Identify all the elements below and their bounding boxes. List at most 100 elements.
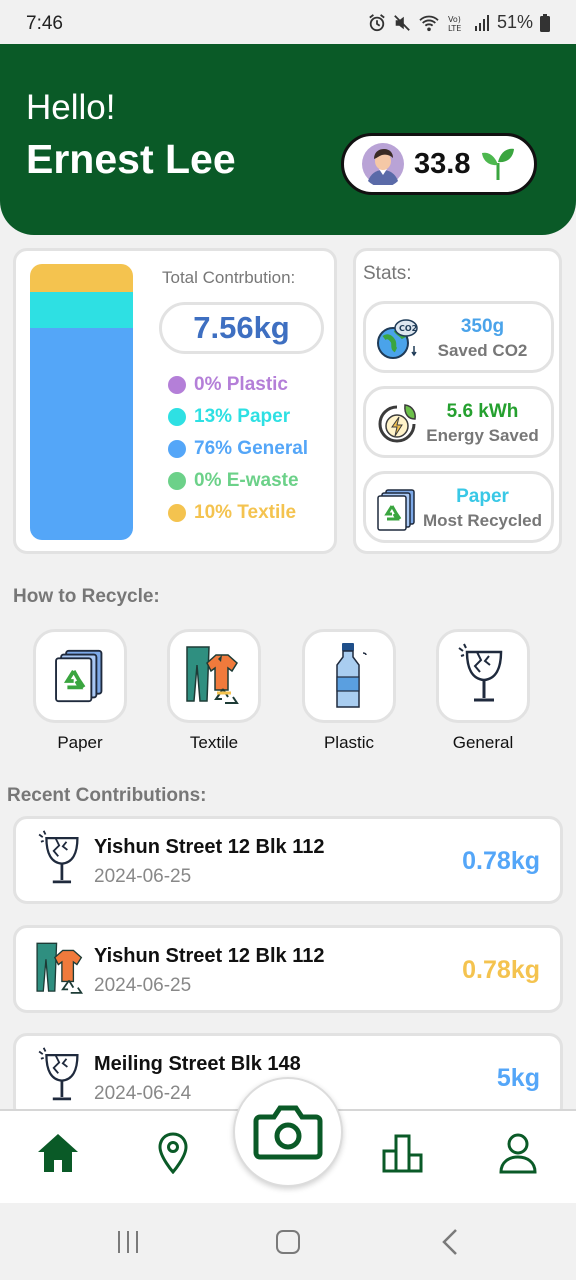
contribution-location: Yishun Street 12 Blk 112: [94, 945, 325, 967]
status-time: 7:46: [26, 13, 63, 34]
howto-general[interactable]: General: [435, 629, 531, 753]
stat-label: Saved CO2: [437, 341, 528, 360]
howto-paper[interactable]: Paper: [32, 629, 128, 753]
broken-glass-icon: [458, 643, 503, 702]
textile-dot-icon: [168, 504, 186, 522]
mute-icon: [394, 14, 410, 31]
recent-apps-icon: [118, 1231, 138, 1253]
profile-icon: [499, 1133, 537, 1174]
paper-dot-icon: [168, 408, 186, 426]
nav-leaderboard[interactable]: [379, 1129, 427, 1177]
textile-icon: [186, 646, 239, 704]
back-button[interactable]: [430, 1225, 470, 1259]
signal-icon: [474, 14, 489, 31]
contribution-location: Yishun Street 12 Blk 112: [94, 836, 325, 858]
stack-segment: [30, 328, 133, 540]
back-chevron-icon: [442, 1229, 457, 1255]
battery-icon: [540, 13, 550, 32]
broken-glass-icon: [38, 830, 79, 884]
greeting-header: Hello! Ernest Lee 33.8: [0, 44, 576, 235]
howto-textile[interactable]: Textile: [166, 629, 262, 753]
howto-label: Plastic: [323, 733, 375, 752]
howto-textile-button[interactable]: [167, 629, 261, 723]
legend-item-plastic: 0% Plastic: [168, 369, 308, 401]
paper-recycle-icon: [377, 489, 415, 531]
nav-home[interactable]: [34, 1129, 82, 1177]
svg-text:Vo): Vo): [448, 15, 461, 24]
plastic-bottle-icon: [336, 643, 367, 708]
volte-icon: Vo)LTE: [448, 15, 461, 32]
camera-button[interactable]: [233, 1077, 343, 1187]
howto-paper-button[interactable]: [33, 629, 127, 723]
legend-item-ewaste: 0% E-waste: [168, 465, 308, 497]
contribution-weight: 0.78kg: [462, 847, 540, 875]
legend-item-paper: 13% Paper: [168, 401, 308, 433]
stat-label: Most Recycled: [422, 511, 543, 530]
home-icon: [38, 1134, 78, 1172]
how-to-recycle-title: How to Recycle:: [13, 586, 160, 607]
contribution-location: Meiling Street Blk 148: [94, 1053, 301, 1075]
nav-profile[interactable]: [494, 1129, 542, 1177]
home-system-button[interactable]: [268, 1225, 308, 1259]
earth-co2-icon: CO2: [377, 319, 418, 359]
points-value: 33.8: [414, 147, 471, 180]
stat-value: Paper: [456, 486, 509, 507]
contribution-date: 2024-06-24: [94, 1083, 192, 1104]
contribution-legend: 0% Plastic 13% Paper 76% General 0% E-wa…: [168, 369, 308, 529]
legend-label: 76% General: [194, 438, 309, 459]
contribution-date: 2024-06-25: [94, 866, 192, 887]
legend-item-textile: 10% Textile: [168, 497, 308, 529]
paper-recycle-icon: [55, 649, 103, 703]
stat-co2[interactable]: CO2 350g Saved CO2: [363, 301, 554, 373]
recent-contributions-title: Recent Contributions:: [7, 785, 207, 806]
svg-text:CO2: CO2: [399, 324, 417, 333]
general-dot-icon: [168, 440, 186, 458]
points-badge[interactable]: 33.8: [341, 133, 537, 195]
stat-value: 350g: [460, 316, 505, 337]
contribution-stacked-bar: [30, 264, 133, 540]
recent-contribution-item[interactable]: Yishun Street 12 Blk 112 2024-06-25 0.78…: [13, 925, 563, 1013]
legend-label: 13% Paper: [194, 406, 291, 427]
stat-energy[interactable]: 5.6 kWh Energy Saved: [363, 386, 554, 458]
legend-label: 0% E-waste: [194, 470, 299, 491]
legend-label: 10% Textile: [194, 502, 297, 523]
greeting-text: Hello!: [26, 88, 116, 127]
legend-label: 0% Plastic: [194, 374, 288, 395]
total-contribution-card: Total Contrbution: 7.56kg 0% Plastic 13%…: [13, 248, 337, 554]
energy-icon: [378, 404, 416, 443]
howto-plastic-button[interactable]: [302, 629, 396, 723]
location-icon: [158, 1132, 188, 1174]
nav-location[interactable]: [149, 1129, 197, 1177]
howto-label: General: [452, 733, 514, 752]
wifi-icon: [419, 15, 439, 31]
howto-label: Textile: [189, 733, 239, 752]
stack-segment: [30, 264, 133, 292]
stat-label: Energy Saved: [426, 426, 539, 445]
status-bar: 7:46 Vo) LTE 51%: [0, 0, 576, 44]
system-navigation-bar: [0, 1203, 576, 1280]
howto-general-button[interactable]: [436, 629, 530, 723]
ewaste-dot-icon: [168, 472, 186, 490]
recent-apps-button[interactable]: [108, 1225, 148, 1259]
contribution-weight: 0.78kg: [462, 956, 540, 984]
sprout-icon: [482, 148, 515, 180]
howto-plastic[interactable]: Plastic: [301, 629, 397, 753]
contribution-weight: 5kg: [496, 1064, 540, 1092]
stack-segment: [30, 291, 133, 329]
leaderboard-icon: [382, 1134, 423, 1173]
broken-glass-icon: [38, 1047, 79, 1101]
alarm-icon: [369, 13, 385, 31]
status-icons: Vo) LTE 51%: [368, 12, 550, 33]
plastic-dot-icon: [168, 376, 186, 394]
stats-card: Stats: CO2 350g Saved CO2 5.6 kWh Energy…: [353, 248, 562, 554]
howto-label: Paper: [57, 733, 103, 752]
battery-text: 51%: [496, 12, 533, 32]
avatar-icon: [362, 143, 404, 185]
stat-most-recycled[interactable]: Paper Most Recycled: [363, 471, 554, 543]
recent-contribution-item[interactable]: Yishun Street 12 Blk 112 2024-06-25 0.78…: [13, 816, 563, 904]
textile-icon: [36, 942, 84, 994]
user-name: Ernest Lee: [26, 136, 236, 182]
contribution-date: 2024-06-25: [94, 975, 192, 996]
contribution-title: Total Contrbution:: [162, 268, 296, 287]
total-weight: 7.56kg: [159, 302, 324, 354]
